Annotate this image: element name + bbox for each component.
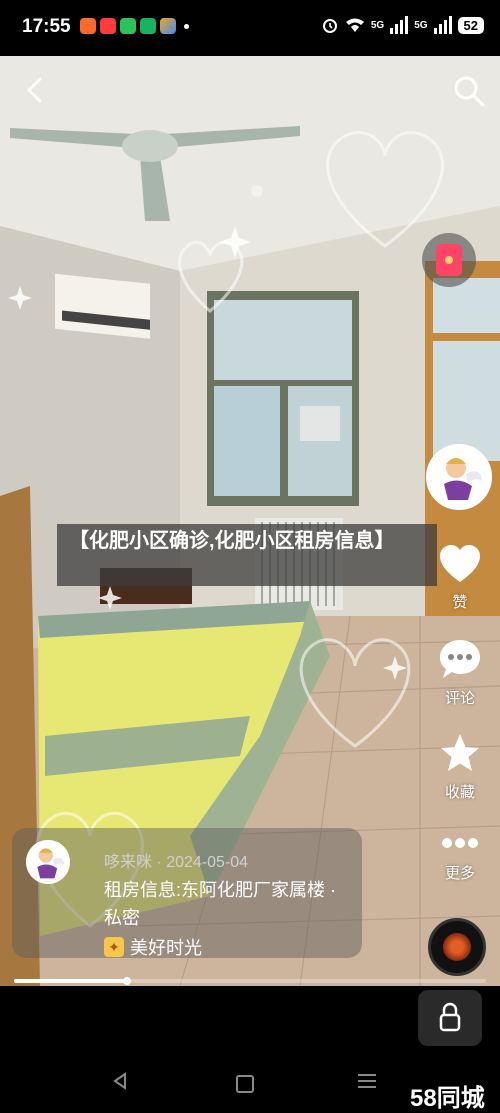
alarm-icon bbox=[322, 19, 337, 33]
more-notifications-dot bbox=[184, 24, 189, 29]
favorite-label: 收藏 bbox=[444, 784, 475, 801]
author-name-date[interactable]: 哆来咪 · 2024-05-04 bbox=[104, 848, 248, 872]
video-progress-bar[interactable] bbox=[14, 977, 486, 985]
network-label-1: 5G bbox=[370, 19, 385, 31]
comment-label: 评论 bbox=[444, 690, 475, 707]
more-button[interactable]: 更多 bbox=[428, 831, 492, 883]
network-label-2: 5G bbox=[414, 19, 428, 31]
comment-button[interactable]: 评论 bbox=[428, 638, 492, 708]
like-label: 赞 bbox=[452, 594, 468, 611]
tag-label: 美好时光 bbox=[130, 938, 202, 958]
air-conditioner bbox=[55, 273, 150, 339]
app-notification-icon bbox=[100, 18, 116, 34]
nav-back-icon[interactable] bbox=[112, 1072, 128, 1090]
video-title-banner: 【化肥小区确诊,化肥小区租房信息】 bbox=[57, 524, 437, 586]
progress-fill bbox=[14, 979, 128, 983]
nav-menu-icon[interactable] bbox=[358, 1074, 376, 1092]
tag-sparkle-icon: ✦ bbox=[104, 937, 124, 957]
more-dots-icon bbox=[442, 838, 478, 848]
creator-avatar[interactable] bbox=[426, 444, 492, 510]
nav-home-icon[interactable] bbox=[236, 1075, 254, 1093]
red-packet-button[interactable] bbox=[422, 233, 476, 287]
notification-icons bbox=[80, 18, 189, 34]
star-icon bbox=[441, 734, 479, 771]
app-notification-icon bbox=[80, 18, 96, 34]
watermark-logo: 58同城 bbox=[410, 1085, 485, 1112]
window bbox=[207, 291, 359, 506]
post-description: 租房信息:东阿化肥厂家属楼 · 私密 bbox=[104, 880, 336, 928]
favorite-button[interactable]: 收藏 bbox=[428, 732, 492, 802]
heart-icon bbox=[440, 545, 480, 582]
back-button[interactable] bbox=[20, 74, 52, 106]
red-envelope-icon bbox=[436, 244, 462, 276]
wifi-icon bbox=[345, 18, 364, 32]
comment-icon bbox=[440, 640, 480, 678]
lock-icon bbox=[439, 1002, 461, 1032]
cherub-avatar-icon bbox=[26, 840, 70, 884]
battery-icon: 52 bbox=[457, 16, 484, 34]
app-notification-icon bbox=[140, 18, 156, 34]
signal-icon bbox=[390, 16, 409, 34]
author-avatar[interactable] bbox=[26, 840, 70, 884]
more-label: 更多 bbox=[444, 865, 475, 882]
music-disc-button[interactable] bbox=[428, 918, 486, 976]
status-bar: 17:55 5G 5G 52 bbox=[0, 0, 500, 56]
status-time: 17:55 bbox=[22, 16, 71, 37]
app-notification-icon bbox=[160, 18, 176, 34]
cherub-avatar-icon bbox=[428, 446, 490, 508]
video-player[interactable]: 【化肥小区确诊,化肥小区租房信息】 赞 评论 收藏 更多 哆来咪 · 2024-… bbox=[0, 56, 500, 986]
like-button[interactable]: 赞 bbox=[428, 544, 492, 612]
status-right: 5G 5G 52 bbox=[321, 16, 484, 34]
app-notification-icon bbox=[120, 18, 136, 34]
action-rail: 赞 评论 收藏 更多 bbox=[400, 56, 500, 986]
post-tag[interactable]: ✦ 美好时光 bbox=[104, 934, 202, 960]
signal-icon bbox=[433, 16, 452, 34]
screen-lock-button[interactable] bbox=[418, 990, 482, 1046]
post-info-card[interactable]: 哆来咪 · 2024-05-04 租房信息:东阿化肥厂家属楼 · 私密 ✦ 美好… bbox=[12, 828, 362, 958]
